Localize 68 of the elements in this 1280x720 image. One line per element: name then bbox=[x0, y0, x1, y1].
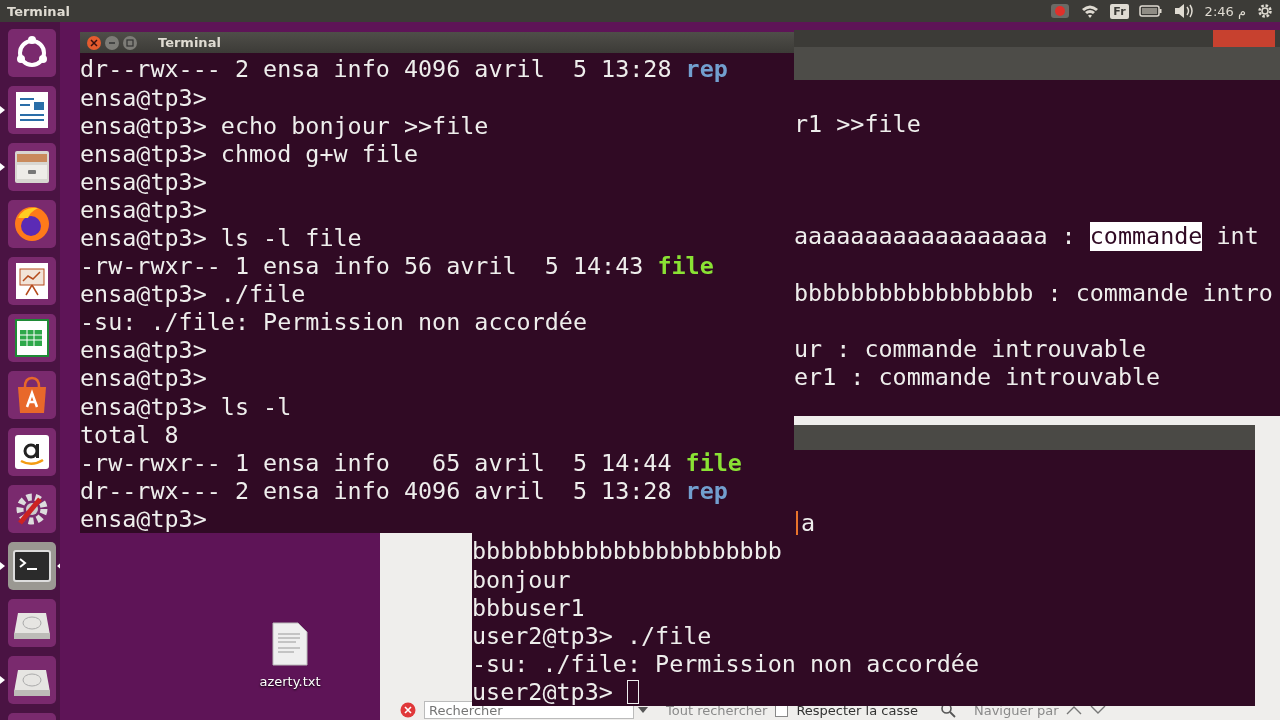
terminal-text: bonjour bbox=[472, 565, 571, 594]
terminal-text: ensa@tp3> bbox=[80, 504, 207, 533]
terminal-text: ensa@tp3> bbox=[80, 83, 207, 112]
terminal-text: a bbox=[800, 509, 815, 538]
window-title: Terminal bbox=[158, 35, 221, 51]
terminal-text: bbbuser1 bbox=[472, 593, 585, 622]
launcher-writer-button[interactable] bbox=[8, 85, 56, 134]
terminal-text: ensa@tp3> bbox=[80, 167, 207, 196]
terminal-text: user2@tp3> ./file bbox=[472, 621, 712, 650]
up-chevron-icon[interactable] bbox=[1066, 705, 1083, 715]
launcher-terminal-button[interactable] bbox=[8, 541, 56, 590]
launcher-amazon-button[interactable] bbox=[8, 427, 56, 476]
close-icon bbox=[90, 38, 98, 47]
terminal-text: ensa@tp3> bbox=[80, 195, 207, 224]
launcher-settings-button[interactable] bbox=[8, 484, 56, 533]
launcher-disk-button[interactable] bbox=[8, 655, 56, 704]
terminal-text: ensa@tp3> bbox=[80, 336, 207, 365]
executable-name: file bbox=[685, 448, 742, 477]
terminal-text: ur : commande introuvable bbox=[794, 334, 1147, 363]
selected-text: commande bbox=[1089, 222, 1203, 251]
launcher-calc-button[interactable] bbox=[8, 313, 56, 362]
terminal-text: -rw-rwxr-- 1 ensa info 56 avril 5 14:43 bbox=[80, 252, 645, 281]
keyboard-layout-indicator[interactable]: Fr bbox=[1110, 3, 1129, 19]
launcher-files-button[interactable] bbox=[8, 142, 56, 191]
cursor-mark bbox=[795, 511, 798, 536]
terminal-text: -su: ./file: Permission non accordée bbox=[472, 649, 979, 678]
directory-name: rep bbox=[685, 476, 728, 505]
terminal-text: ensa@tp3> echo bonjour >>file bbox=[80, 111, 489, 140]
launcher-software-button[interactable] bbox=[8, 370, 56, 419]
terminal-text: int bbox=[1215, 222, 1259, 251]
maximize-button[interactable] bbox=[123, 35, 137, 50]
terminal-text: total 8 bbox=[80, 420, 179, 449]
terminal-text: ensa@tp3> ./file bbox=[80, 280, 306, 309]
terminal-text: bbbbbbbbbbbbbbbbb : commande intro bbox=[794, 278, 1273, 307]
down-chevron-icon[interactable] bbox=[1090, 705, 1107, 715]
terminal-text: aaaaaaaaaaaaaaaaaa : bbox=[794, 222, 1077, 251]
file-name[interactable]: azerty.txt bbox=[259, 674, 321, 689]
launcher-ubuntu-button[interactable] bbox=[8, 28, 56, 77]
terminal-text: ensa@tp3> ls -l file bbox=[80, 223, 362, 253]
close-icon[interactable] bbox=[400, 702, 416, 718]
launcher-impress-button[interactable] bbox=[8, 256, 56, 305]
dropdown-arrow-icon[interactable] bbox=[638, 707, 648, 713]
terminal-text: ensa@tp3> bbox=[80, 364, 207, 393]
active-app-title: Terminal bbox=[7, 3, 70, 19]
close-button[interactable] bbox=[87, 35, 101, 50]
volume-icon[interactable] bbox=[1172, 3, 1195, 19]
battery-icon[interactable] bbox=[1138, 4, 1163, 18]
launcher-disk-button[interactable] bbox=[8, 598, 56, 647]
clock[interactable]: م 2:46 bbox=[1204, 3, 1246, 19]
terminal-text: r1 >>file bbox=[794, 110, 921, 139]
terminal-text: -su: ./file: Permission non accordée bbox=[80, 308, 587, 337]
settings-icon[interactable] bbox=[1256, 2, 1274, 20]
wifi-icon[interactable] bbox=[1080, 3, 1101, 19]
terminal-text: -rw-rwxr-- 1 ensa info 65 avril 5 14:44 bbox=[80, 448, 673, 477]
launcher-firefox-button[interactable] bbox=[8, 199, 56, 248]
record-icon[interactable] bbox=[1050, 3, 1071, 19]
text-file-icon[interactable] bbox=[272, 622, 308, 666]
executable-name: file bbox=[657, 252, 714, 281]
terminal-text: ensa@tp3> chmod g+w file bbox=[80, 139, 418, 168]
terminal-text: bbbbbbbbbbbbbbbbbbbbbb bbox=[472, 537, 782, 566]
terminal-text: ensa@tp3> ls -l bbox=[80, 392, 292, 421]
directory-name: rep bbox=[685, 55, 728, 84]
checkbox-label[interactable]: Respecter la casse bbox=[796, 702, 918, 718]
minimize-button[interactable] bbox=[105, 35, 119, 50]
maximize-icon bbox=[126, 38, 134, 47]
terminal-text: dr--rwx--- 2 ensa info 4096 avril 5 13:28 bbox=[80, 476, 673, 505]
terminal-text: dr--rwx--- 2 ensa info 4096 avril 5 13:28 bbox=[80, 55, 673, 84]
terminal-text: er1 : commande introuvable bbox=[794, 362, 1161, 392]
